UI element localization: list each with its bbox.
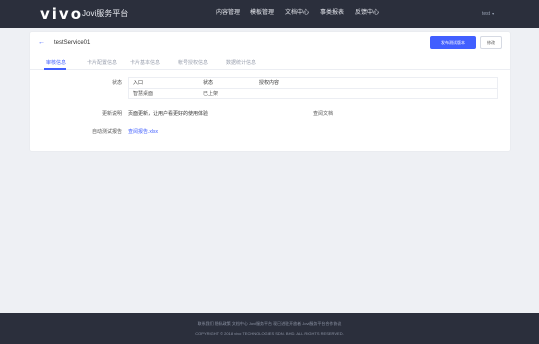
nav-template-management[interactable]: 模板管理 (250, 9, 274, 18)
nav-doc-center[interactable]: 文档中心 (285, 9, 309, 18)
status-table: 入口 状态 授权内容 智慧桌面 已上架 (128, 77, 498, 99)
nav-feedback-center[interactable]: 反馈中心 (355, 9, 379, 18)
tab-review-info[interactable]: 审核信息 (46, 59, 66, 67)
test-report-link[interactable]: 查阅报告.xlsx (128, 128, 158, 136)
table-header-auth-content: 授权内容 (259, 80, 280, 86)
tab-card-config[interactable]: 卡片配置信息 (87, 59, 117, 67)
table-cell-status: 已上架 (203, 91, 219, 97)
user-menu[interactable]: test ▾ (482, 10, 494, 18)
chevron-down-icon: ▾ (492, 11, 495, 16)
top-nav-bar: vivo Jovi服务平台 内容管理 模板管理 文档中心 事类报表 反馈中心 t… (0, 0, 539, 28)
platform-name[interactable]: Jovi服务平台 (82, 8, 128, 19)
publish-test-version-button[interactable]: 发布测试版本 (430, 36, 476, 49)
detail-tabs: 审核信息 卡片配置信息 卡片基本信息 帐号授权信息 数据统计信息 (30, 56, 510, 70)
nav-content-management[interactable]: 内容管理 (216, 9, 240, 18)
back-arrow-icon[interactable]: ← (38, 38, 45, 48)
nav-reports[interactable]: 事类报表 (320, 9, 344, 18)
footer-copyright: COPYRIGHT © 2018 vivo TECHNOLOGIES SDN. … (195, 331, 344, 336)
footer-links[interactable]: 联系我们 隐私政策 文档中心 Jovi服务平台 现已进驻开放者 Jovi服务平台… (0, 320, 539, 327)
tab-data-stats[interactable]: 数据统计信息 (226, 59, 256, 67)
table-header-status: 状态 (203, 80, 214, 86)
update-notes-label: 更新说明 (101, 111, 122, 117)
table-divider (129, 88, 497, 89)
page-title: testService01 (54, 40, 91, 46)
view-docs-link[interactable]: 查阅文档 (313, 110, 333, 118)
test-report-label: 自动测试报告 (91, 129, 122, 135)
vivo-logo[interactable]: vivo (40, 7, 83, 22)
service-detail-card: ← testService01 发布测试版本 修改 审核信息 卡片配置信息 卡片… (30, 32, 510, 151)
table-header-entry: 入口 (133, 80, 144, 86)
tab-account-auth[interactable]: 帐号授权信息 (178, 59, 208, 67)
update-notes-text: 页面更新，让用户看更好的使用体验 (128, 111, 209, 117)
tab-card-basic[interactable]: 卡片基本信息 (130, 59, 160, 67)
table-cell-entry: 智慧桌面 (133, 91, 154, 97)
edit-button[interactable]: 修改 (480, 36, 502, 49)
status-label: 状态 (111, 80, 122, 86)
active-tab-indicator (44, 68, 66, 70)
user-name: test (482, 11, 491, 17)
page-footer: 联系我们 隐私政策 文档中心 Jovi服务平台 现已进驻开放者 Jovi服务平台… (0, 313, 539, 344)
